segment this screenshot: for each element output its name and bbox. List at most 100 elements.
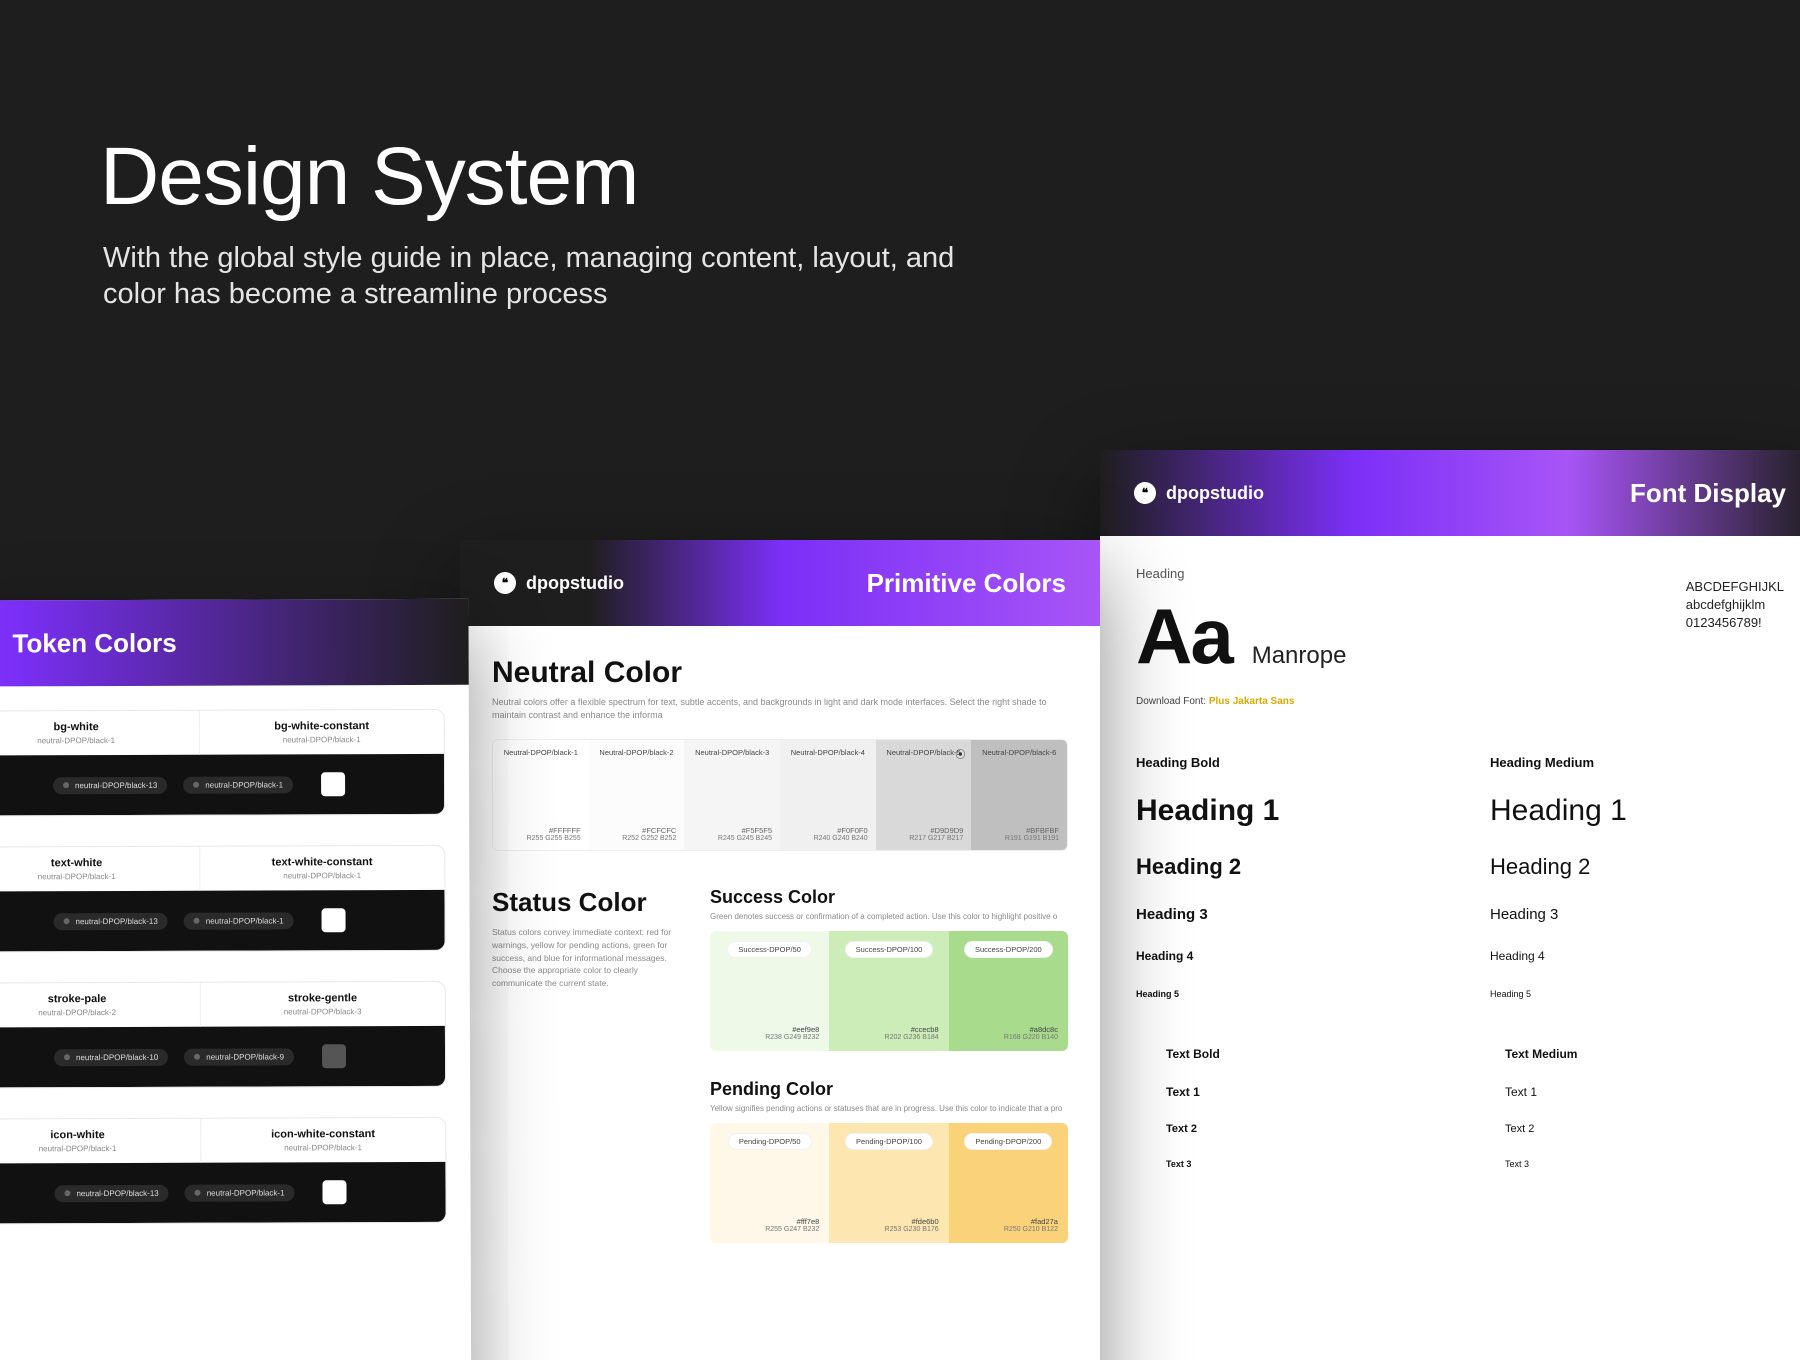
token-ref: neutral-DPOP/black-3: [212, 1007, 433, 1017]
download-font-label: Download Font:: [1136, 696, 1206, 707]
color-swatch[interactable]: Neutral-DPOP/black-5⦿#D9D9D9R217 G217 B2…: [876, 740, 972, 850]
heading-sample: Heading 3: [1490, 906, 1784, 923]
font-sample-nums: 0123456789!: [1686, 614, 1784, 632]
token-chip[interactable]: neutral-DPOP/black-1: [183, 776, 293, 793]
pending-color-title: Pending Color: [710, 1079, 1068, 1100]
font-sample-lower: abcdefghijklm: [1686, 596, 1784, 614]
swatch-token-name: Success-DPOP/50: [727, 941, 812, 958]
token-chip[interactable]: neutral-DPOP/black-1: [184, 912, 294, 929]
token-chip[interactable]: neutral-DPOP/black-10: [54, 1048, 168, 1065]
col-text-medium: Text Medium: [1505, 1047, 1784, 1061]
swatch-token-name: Success-DPOP/200: [964, 941, 1053, 958]
color-swatch[interactable]: Success-DPOP/100#ccecb8R202 G236 B184: [829, 931, 948, 1051]
pending-color-desc: Yellow signifies pending actions or stat…: [710, 1104, 1068, 1113]
swatch-rgb: R255 G247 B232: [720, 1226, 819, 1233]
chip-dot-icon: [194, 1054, 200, 1060]
text-sample: Text 1: [1505, 1085, 1784, 1099]
color-swatch[interactable]: Neutral-DPOP/black-3#F5F5F5R245 G245 B24…: [684, 740, 780, 850]
color-swatch[interactable]: Pending-DPOP/100 #fde6b0R253 G230 B176: [829, 1123, 948, 1243]
token-name: icon-white-constant: [213, 1128, 434, 1141]
chip-dot-icon: [63, 918, 69, 924]
col-heading-medium: Heading Medium: [1490, 755, 1784, 770]
download-font-link[interactable]: Plus Jakarta Sans: [1209, 696, 1295, 707]
token-chip[interactable]: neutral-DPOP/black-1: [185, 1184, 295, 1201]
artboard-font-display: ❝ dpopstudio Font Display Heading Aa Man…: [1100, 450, 1800, 1360]
brand-badge: ❝ dpopstudio: [1134, 482, 1264, 504]
token-pair-card: text-white neutral-DPOP/black-1 text-white…: [0, 845, 446, 953]
token-ref: neutral-DPOP/black-2: [0, 1008, 187, 1018]
color-swatch[interactable]: Neutral-DPOP/black-6#BFBFBFR191 G191 B19…: [971, 740, 1067, 850]
font-sample-upper: ABCDEFGHIJKL: [1686, 578, 1784, 596]
color-swatch[interactable]: Neutral-DPOP/black-1#FFFFFFR255 G255 B25…: [493, 740, 589, 850]
color-swatch[interactable]: Neutral-DPOP/black-2#FCFCFCR252 G252 B25…: [589, 740, 685, 850]
neutral-color-title: Neutral Color: [492, 656, 1068, 690]
chip-dot-icon: [63, 782, 69, 788]
chip-dot-icon: [64, 1054, 70, 1060]
page-title: Design System: [100, 130, 638, 224]
text-sample: Text 2: [1166, 1123, 1445, 1135]
brand-badge: ❝ dpopstudio: [494, 572, 624, 594]
heading-sample: Heading 1: [1490, 794, 1784, 828]
color-swatch[interactable]: Pending-DPOP/200#fad27aR250 G210 B122: [949, 1123, 1068, 1243]
font-name: Manrope: [1252, 642, 1347, 670]
neutral-swatch-row: Neutral-DPOP/black-1#FFFFFFR255 G255 B25…: [492, 739, 1068, 851]
brand-logo-icon: ❝: [494, 572, 516, 594]
swatch-hex: #eef9e8: [792, 1025, 819, 1034]
col-heading-bold: Heading Bold: [1136, 755, 1430, 770]
artboard-title: Primitive Colors: [867, 568, 1066, 599]
swatch-rgb: R245 G245 B245: [692, 835, 772, 842]
token-chip[interactable]: neutral-DPOP/black-9: [184, 1048, 294, 1065]
swatch-hex: #FCFCFC: [597, 826, 677, 835]
swatch-rgb: R202 G236 B184: [839, 1034, 938, 1041]
token-name: text-white: [0, 857, 187, 870]
swatch-rgb: R250 G210 B122: [959, 1226, 1058, 1233]
token-ref: neutral-DPOP/black-1: [0, 1144, 188, 1154]
heading-sample: Heading 5: [1490, 989, 1784, 999]
color-swatch[interactable]: Success-DPOP/200#a8dc8cR168 G220 B140: [949, 931, 1068, 1051]
swatch-rgb: R252 G252 B252: [597, 835, 677, 842]
swatch-token-name: Neutral-DPOP/black-3: [692, 748, 772, 757]
font-specimen-aa: Aa: [1136, 591, 1232, 682]
swatch-rgb: R217 G217 B217: [884, 835, 964, 842]
text-sample: Text 2: [1505, 1123, 1784, 1135]
brand-logo-icon: ❝: [1134, 482, 1156, 504]
token-chip[interactable]: neutral-DPOP/black-13: [53, 912, 167, 929]
success-color-desc: Green denotes success or confirmation of…: [710, 912, 1068, 921]
chip-dot-icon: [64, 1190, 70, 1196]
text-sample: Text 3: [1505, 1159, 1784, 1169]
color-swatch[interactable]: Pending-DPOP/50#fff7e8R255 G247 B232: [710, 1123, 829, 1243]
swatch-rgb: R253 G230 B176: [839, 1226, 938, 1233]
swatch-token-name: Pending-DPOP/100: [845, 1133, 933, 1150]
swatch-hex: #fde6b0: [912, 1217, 939, 1226]
artboard-primitive-colors: ❝ dpopstudio Primitive Colors Neutral Co…: [460, 540, 1100, 1360]
text-sample: Text 1: [1166, 1085, 1445, 1099]
pin-icon: ⦿: [955, 746, 965, 761]
token-name: stroke-pale: [0, 993, 187, 1006]
col-text-bold: Text Bold: [1166, 1047, 1445, 1061]
brand-name: dpopstudio: [526, 573, 624, 594]
brand-name: dpopstudio: [1166, 483, 1264, 504]
page-subtitle: With the global style guide in place, ma…: [103, 240, 1003, 313]
token-chip[interactable]: neutral-DPOP/black-13: [53, 776, 167, 793]
status-color-desc: Status colors convey immediate context: …: [492, 926, 682, 990]
color-swatch[interactable]: Neutral-DPOP/black-4#F0F0F0R240 G240 B24…: [780, 740, 876, 850]
swatch-hex: #D9D9D9: [884, 826, 964, 835]
swatch-rgb: R240 G240 B240: [788, 835, 868, 842]
swatch-hex: #FFFFFF: [501, 826, 581, 835]
token-name: text-white-constant: [212, 856, 433, 869]
swatch-hex: #ccecb8: [911, 1025, 939, 1034]
font-sample-block: ABCDEFGHIJKL abcdefghijklm 0123456789!: [1686, 578, 1784, 633]
swatch-token-name: Neutral-DPOP/black-1: [501, 748, 581, 757]
token-ref: neutral-DPOP/black-1: [0, 872, 187, 882]
swatch-token-name: Pending-DPOP/50: [728, 1133, 812, 1150]
token-groups-list: bg-whiteneutral-DPOP/black-1bg-white-con…: [0, 709, 447, 1337]
color-swatch[interactable]: Success-DPOP/50#eef9e8R238 G249 B232: [710, 931, 829, 1051]
artboard-title: Token Colors: [12, 627, 176, 659]
swatch-hex: #F0F0F0: [788, 826, 868, 835]
token-chip[interactable]: neutral-DPOP/black-13: [54, 1184, 168, 1201]
chip-dot-icon: [194, 918, 200, 924]
token-name: bg-white-constant: [211, 720, 432, 733]
token-name: stroke-gentle: [212, 992, 433, 1005]
swatch-token-name: Pending-DPOP/200: [964, 1133, 1052, 1150]
token-ref: neutral-DPOP/black-1: [213, 1143, 434, 1153]
